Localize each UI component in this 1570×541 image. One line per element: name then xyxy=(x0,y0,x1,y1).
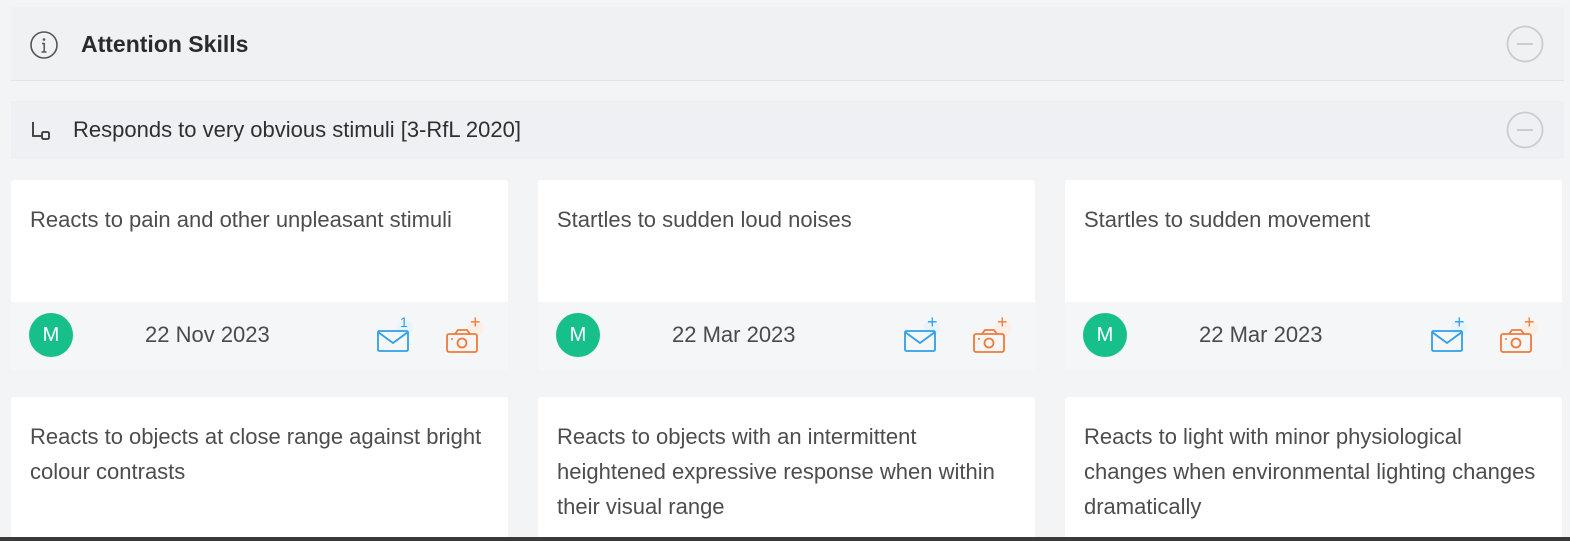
skill-card[interactable]: Reacts to light with minor physiological… xyxy=(1065,397,1562,541)
minus-circle-icon xyxy=(1506,111,1544,149)
camera-button[interactable]: + xyxy=(443,312,485,354)
info-icon[interactable] xyxy=(29,30,59,60)
card-date: 22 Mar 2023 xyxy=(1199,322,1323,347)
sub-section-header[interactable]: Responds to very obvious stimuli [3-RfL … xyxy=(11,101,1564,159)
section-header[interactable]: Attention Skills xyxy=(11,7,1564,81)
collapse-section-button[interactable] xyxy=(1506,25,1544,63)
camera-button[interactable]: + xyxy=(970,312,1012,354)
page: Attention Skills Responds to very obviou… xyxy=(0,0,1570,541)
card-text: Reacts to objects at close range against… xyxy=(30,424,482,484)
camera-add-badge: + xyxy=(997,312,1008,332)
avatar[interactable]: M xyxy=(29,313,73,357)
card-footer: M 22 Mar 2023 + + xyxy=(538,302,1035,370)
mail-button[interactable]: 1 xyxy=(375,314,415,354)
card-footer: M 22 Nov 2023 1 + xyxy=(11,302,508,370)
mail-button[interactable]: + xyxy=(1429,312,1469,354)
sub-section-title: Responds to very obvious stimuli [3-RfL … xyxy=(73,117,521,142)
card-text: Startles to sudden loud noises xyxy=(557,207,852,232)
card-text: Startles to sudden movement xyxy=(1084,207,1371,232)
camera-add-badge: + xyxy=(470,312,481,332)
section-title: Attention Skills xyxy=(81,31,249,57)
camera-add-badge: + xyxy=(1524,312,1535,332)
minus-circle-icon xyxy=(1506,25,1544,63)
avatar[interactable]: M xyxy=(556,313,600,357)
skill-card[interactable]: Reacts to pain and other unpleasant stim… xyxy=(11,180,508,370)
skill-card[interactable]: Startles to sudden loud noises M 22 Mar … xyxy=(538,180,1035,370)
card-text: Reacts to objects with an intermittent h… xyxy=(557,424,995,519)
skill-card[interactable]: Reacts to objects at close range against… xyxy=(11,397,508,541)
mail-icon xyxy=(377,320,413,352)
card-text: Reacts to light with minor physiological… xyxy=(1084,424,1536,519)
card-date: 22 Nov 2023 xyxy=(145,322,270,347)
bottom-edge xyxy=(0,537,1570,541)
mail-button[interactable]: + xyxy=(902,312,942,354)
card-footer: M 22 Mar 2023 + + xyxy=(1065,302,1562,370)
mail-badge: + xyxy=(927,312,938,332)
collapse-subsection-button[interactable] xyxy=(1506,111,1544,149)
skill-card[interactable]: Reacts to objects with an intermittent h… xyxy=(538,397,1035,541)
mail-badge: + xyxy=(1454,312,1465,332)
camera-button[interactable]: + xyxy=(1497,312,1539,354)
subitem-arrow-icon xyxy=(29,119,53,143)
avatar[interactable]: M xyxy=(1083,313,1127,357)
card-date: 22 Mar 2023 xyxy=(672,322,796,347)
skill-card[interactable]: Startles to sudden movement M 22 Mar 202… xyxy=(1065,180,1562,370)
mail-badge: 1 xyxy=(400,314,408,330)
card-text: Reacts to pain and other unpleasant stim… xyxy=(30,207,452,232)
